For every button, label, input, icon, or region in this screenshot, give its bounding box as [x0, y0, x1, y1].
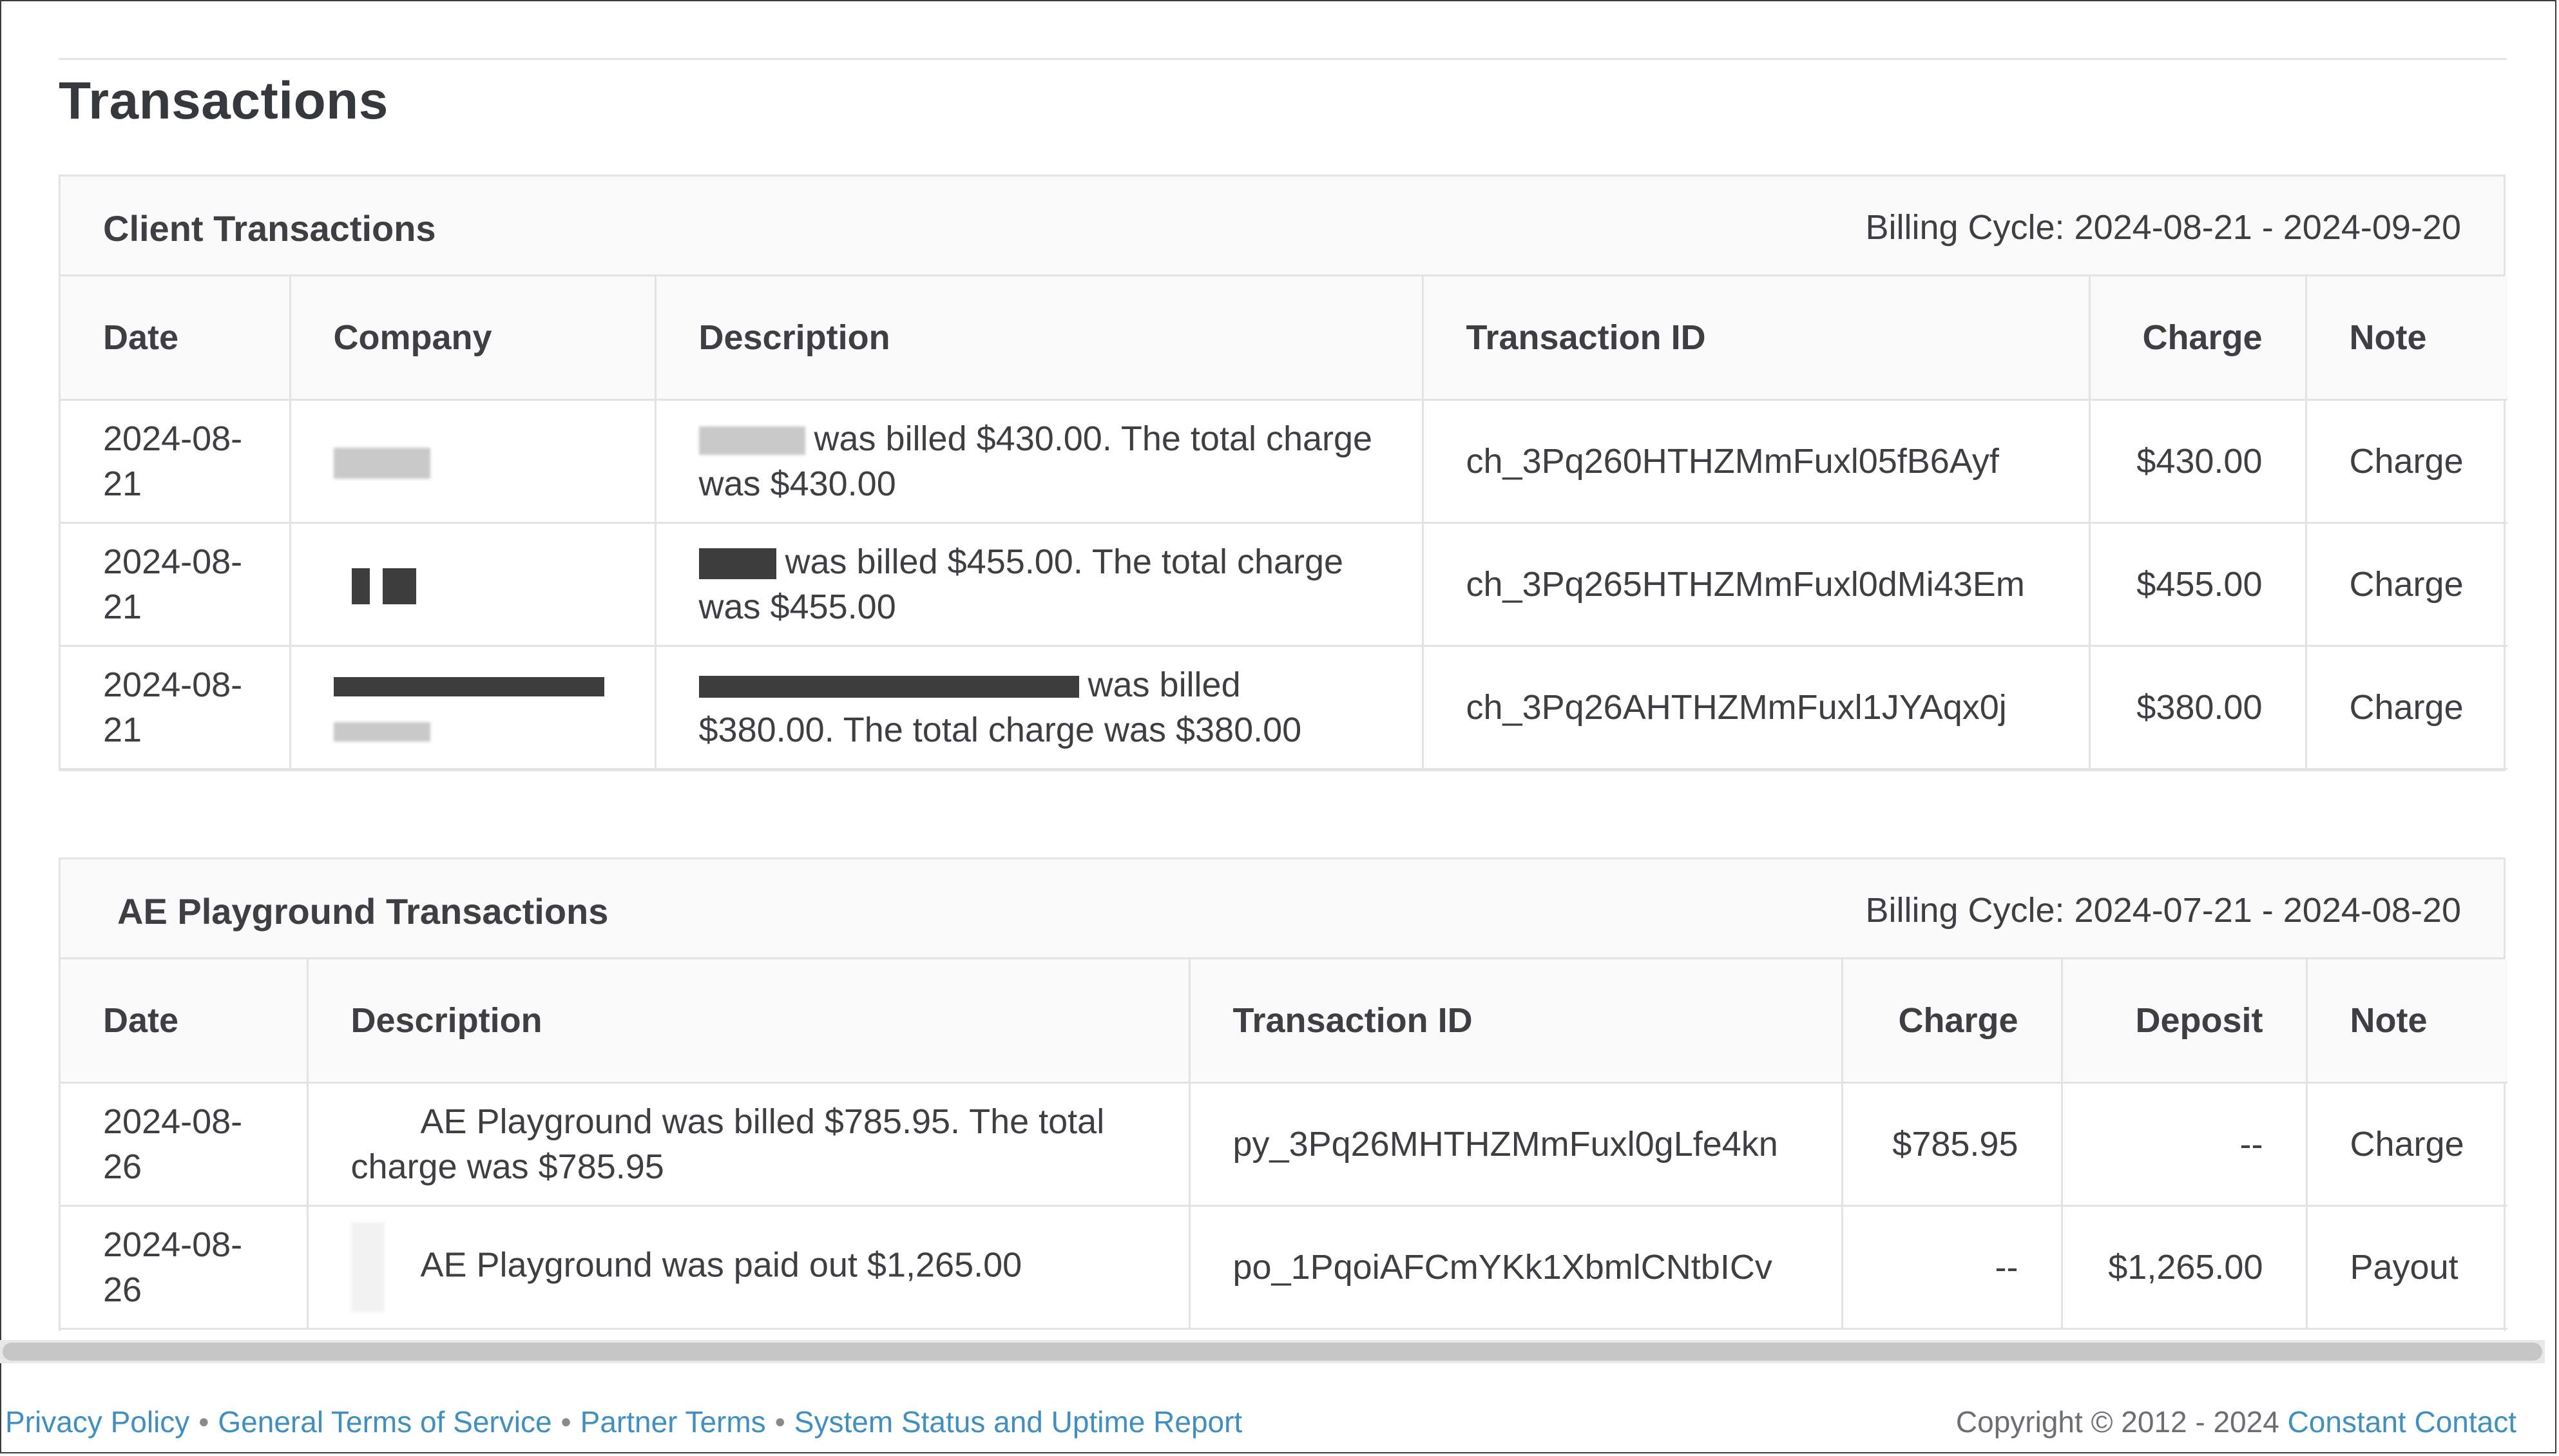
client-transactions-panel: Client Transactions Billing Cycle: 2024-…: [59, 175, 2507, 771]
column-header-company[interactable]: Company: [290, 276, 657, 401]
cell-description: AE Playground was billed $785.95. The to…: [307, 1082, 1191, 1207]
footer-links: Privacy Policy • General Terms of Servic…: [5, 1404, 1242, 1439]
column-header-deposit[interactable]: Deposit: [2062, 959, 2308, 1084]
copyright-notice: Copyright © 2012 - 2024 Constant Contact: [1956, 1404, 2516, 1439]
cell-charge: $430.00: [2089, 399, 2307, 524]
client-transactions-header: Client Transactions Billing Cycle: 2024-…: [61, 177, 2504, 276]
column-header-charge[interactable]: Charge: [2089, 276, 2307, 401]
column-header-transaction-id[interactable]: Transaction ID: [1423, 276, 2091, 401]
table-row: 2024-08-21 was billed $430.00. The total…: [61, 399, 2507, 524]
divider: [59, 58, 2507, 60]
column-header-description[interactable]: Description: [307, 959, 1191, 1084]
cell-description: was billed $380.00. The total charge was…: [655, 646, 1424, 770]
cell-date: 2024-08-21: [61, 399, 291, 524]
cell-charge: $455.00: [2089, 522, 2307, 647]
ae-transactions-panel: AE Playground Transactions Billing Cycle…: [59, 857, 2507, 1331]
client-transactions-table: Date Company Description Transaction ID …: [61, 276, 2507, 770]
cell-transaction-id: po_1PqoiAFCmYKk1XbmlCNtbICv: [1189, 1205, 1843, 1330]
ae-transactions-header: AE Playground Transactions Billing Cycle…: [61, 859, 2504, 959]
cell-transaction-id: py_3Pq26MHTHZMmFuxl0gLfe4kn: [1189, 1082, 1843, 1207]
ae-billing-cycle: Billing Cycle: 2024-07-21 - 2024-08-20: [1865, 891, 2461, 930]
table-header-row: Date Description Transaction ID Charge D…: [61, 959, 2507, 1084]
column-header-date[interactable]: Date: [61, 959, 309, 1084]
column-header-transaction-id[interactable]: Transaction ID: [1189, 959, 1843, 1084]
cell-date: 2024-08-21: [61, 646, 291, 770]
column-header-date[interactable]: Date: [61, 276, 291, 401]
cell-note: Charge: [2306, 399, 2507, 524]
partner-terms-link[interactable]: Partner Terms: [580, 1404, 766, 1439]
client-transactions-title: Client Transactions: [103, 208, 436, 249]
cell-note: Payout: [2306, 1205, 2507, 1330]
column-header-charge[interactable]: Charge: [1842, 959, 2063, 1084]
table-row: 2024-08-26 AE Playground was paid out $1…: [61, 1205, 2507, 1330]
footer-separator: •: [774, 1405, 785, 1439]
privacy-policy-link[interactable]: Privacy Policy: [5, 1404, 189, 1439]
cell-transaction-id: ch_3Pq26AHTHZMmFuxl1JYAqx0j: [1423, 646, 2091, 770]
cell-deposit: $1,265.00: [2062, 1205, 2308, 1330]
cell-transaction-id: ch_3Pq265HTHZMmFuxl0dMi43Em: [1423, 522, 2091, 647]
cell-note: Charge: [2306, 646, 2507, 770]
cell-date: 2024-08-26: [61, 1082, 309, 1207]
client-billing-cycle: Billing Cycle: 2024-08-21 - 2024-09-20: [1865, 208, 2461, 247]
cell-charge: $785.95: [1842, 1082, 2063, 1207]
cell-charge: $380.00: [2089, 646, 2307, 770]
cell-company-redacted: [290, 646, 657, 770]
system-status-link[interactable]: System Status and Uptime Report: [794, 1404, 1242, 1439]
cell-deposit: --: [2062, 1082, 2308, 1207]
column-header-note[interactable]: Note: [2306, 276, 2507, 401]
cell-note: Charge: [2306, 1082, 2507, 1207]
general-terms-link[interactable]: General Terms of Service: [218, 1404, 551, 1439]
column-header-description[interactable]: Description: [655, 276, 1424, 401]
ae-transactions-title: AE Playground Transactions: [117, 891, 609, 932]
cell-date: 2024-08-21: [61, 522, 291, 647]
cell-description: was billed $430.00. The total charge was…: [655, 399, 1424, 524]
table-row: 2024-08-26 AE Playground was billed $785…: [61, 1082, 2507, 1207]
table-row: 2024-08-21 was billed $380.00. The total…: [61, 646, 2507, 770]
column-header-note[interactable]: Note: [2306, 959, 2507, 1084]
cell-date: 2024-08-26: [61, 1205, 309, 1330]
ae-transactions-table: Date Description Transaction ID Charge D…: [61, 959, 2507, 1330]
table-header-row: Date Company Description Transaction ID …: [61, 276, 2507, 401]
cell-transaction-id: ch_3Pq260HTHZMmFuxl05fB6Ayf: [1423, 399, 2091, 524]
page-title: Transactions: [59, 72, 388, 130]
cell-charge: --: [1842, 1205, 2063, 1330]
cell-company-redacted: [290, 399, 657, 524]
footer-separator: •: [561, 1405, 571, 1439]
horizontal-scrollbar-thumb[interactable]: [3, 1343, 2542, 1361]
cell-company-redacted: [290, 522, 657, 647]
constant-contact-link[interactable]: Constant Contact: [2288, 1405, 2516, 1439]
cell-description: was billed $455.00. The total charge was…: [655, 522, 1424, 647]
cell-note: Charge: [2306, 522, 2507, 647]
table-row: 2024-08-21 was billed $455.00. The total…: [61, 522, 2507, 647]
copyright-text: Copyright © 2012 - 2024: [1955, 1405, 2279, 1439]
footer-separator: •: [198, 1405, 209, 1439]
cell-description: AE Playground was paid out $1,265.00: [307, 1205, 1191, 1330]
